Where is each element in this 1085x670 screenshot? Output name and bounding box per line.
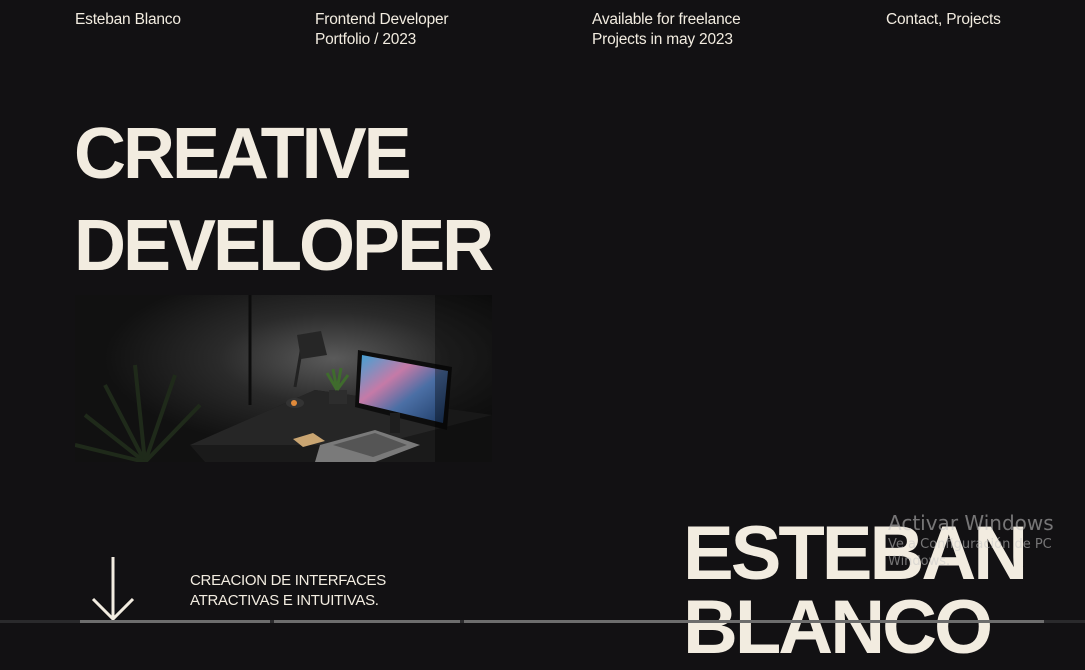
nav-links[interactable]: Contact, Projects bbox=[886, 10, 1001, 30]
tagline-line-2: ATRACTIVAS E INTUITIVAS. bbox=[190, 592, 379, 609]
availability-line-2: Projects in may 2023 bbox=[592, 31, 733, 48]
windows-activation-watermark: Activar Windows Ve a Configuración de PC… bbox=[888, 510, 1054, 570]
arrow-down-icon[interactable] bbox=[90, 555, 136, 628]
role-line-1: Frontend Developer bbox=[315, 11, 449, 28]
watermark-title: Activar Windows bbox=[888, 511, 1054, 535]
owner-name-text: Esteban Blanco bbox=[75, 11, 181, 28]
availability-line-1: Available for freelance bbox=[592, 11, 741, 28]
availability-info: Available for freelance Projects in may … bbox=[592, 10, 741, 50]
site-owner-name[interactable]: Esteban Blanco bbox=[75, 10, 181, 30]
hero-title-line-2: DEVELOPER bbox=[74, 206, 494, 286]
role-line-2: Portfolio / 2023 bbox=[315, 31, 417, 48]
big-name-line-2: BLANCO bbox=[683, 585, 993, 670]
tagline-line-1: CREACION DE INTERFACES bbox=[190, 572, 386, 589]
hero-title-line-1: CREATIVE bbox=[74, 114, 412, 194]
watermark-line-1: Ve a Configuración de PC bbox=[888, 537, 1052, 552]
tagline: CREACION DE INTERFACES ATRACTIVAS E INTU… bbox=[190, 571, 386, 611]
role-info: Frontend Developer Portfolio / 2023 bbox=[315, 10, 449, 50]
hero-workspace-image bbox=[75, 295, 492, 462]
watermark-line-2: Windows. bbox=[888, 554, 951, 569]
contact-projects-link[interactable]: Contact, Projects bbox=[886, 10, 1001, 30]
